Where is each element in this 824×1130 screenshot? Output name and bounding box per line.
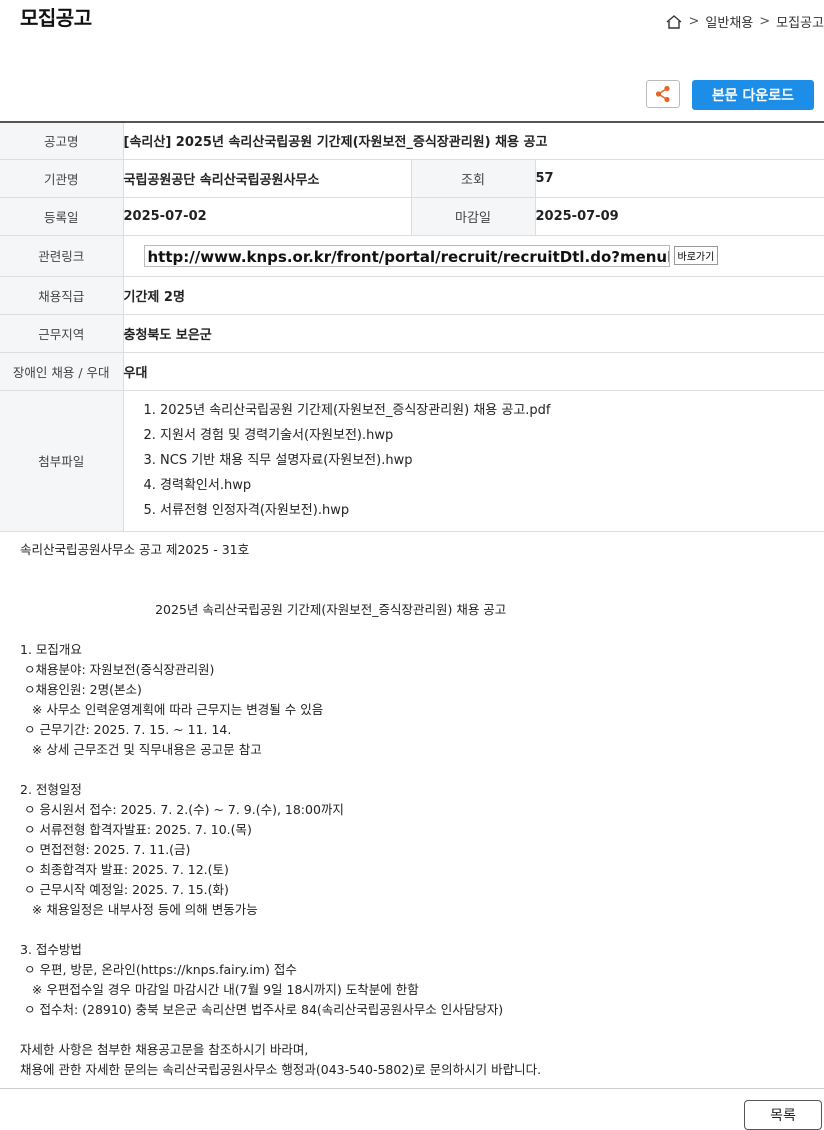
views-value: 57 [535, 159, 824, 198]
breadcrumb-separator: > [688, 14, 700, 29]
table-row: 관련링크 http://www.knps.or.kr/front/portal/… [0, 235, 824, 277]
attachment-link[interactable]: 5. 서류전형 인정자격(자원보전).hwp [144, 498, 824, 523]
breadcrumb-separator: > [759, 14, 771, 29]
grade-label: 채용직급 [0, 276, 124, 315]
region-label: 근무지역 [0, 314, 124, 353]
reg-date-label: 등록일 [0, 197, 124, 236]
region-value: 충청북도 보은군 [123, 314, 824, 353]
list-button[interactable]: 목록 [744, 1100, 822, 1130]
attachment-link[interactable]: 2. 지원서 경험 및 경력기술서(자원보전).hwp [144, 423, 824, 448]
breadcrumb: > 일반채용 > 모집공고 [665, 12, 824, 31]
disabled-hire-label: 장애인 채용 / 우대 [0, 352, 124, 391]
attachment-list: 1. 2025년 속리산국립공원 기간제(자원보전_증식장관리원) 채용 공고.… [124, 398, 824, 523]
breadcrumb-item-general-recruit[interactable]: 일반채용 [705, 12, 753, 31]
attachment-link[interactable]: 4. 경력확인서.hwp [144, 473, 824, 498]
views-label: 조회 [410, 159, 536, 198]
table-row: 등록일 2025-07-02 마감일 2025-07-09 [0, 197, 824, 236]
attachments-cell: 1. 2025년 속리산국립공원 기간제(자원보전_증식장관리원) 채용 공고.… [123, 390, 824, 532]
attachment-link[interactable]: 3. NCS 기반 채용 직무 설명자료(자원보전).hwp [144, 448, 824, 473]
table-row: 채용직급 기간제 2명 [0, 276, 824, 315]
page-title: 모집공고 [20, 6, 92, 30]
download-button[interactable]: 본문 다운로드 [691, 80, 814, 110]
share-button[interactable] [645, 80, 680, 108]
table-row: 공고명 [속리산] 2025년 속리산국립공원 기간제(자원보전_증식장관리원)… [0, 122, 824, 160]
deadline-label: 마감일 [410, 197, 536, 236]
table-row: 첨부파일 1. 2025년 속리산국립공원 기간제(자원보전_증식장관리원) 채… [0, 390, 824, 532]
disabled-hire-value: 우대 [123, 352, 824, 391]
share-icon [655, 85, 670, 103]
org-label: 기관명 [0, 159, 124, 198]
reg-date-value: 2025-07-02 [123, 197, 411, 236]
toolbar: 본문 다운로드 [645, 80, 814, 110]
home-icon[interactable] [665, 13, 683, 31]
table-row: 기관명 국립공원공단 속리산국립공원사무소 조회 57 [0, 159, 824, 198]
table-row: 근무지역 충청북도 보은군 [0, 314, 824, 353]
attachment-link[interactable]: 1. 2025년 속리산국립공원 기간제(자원보전_증식장관리원) 채용 공고.… [144, 398, 824, 423]
link-cell: http://www.knps.or.kr/front/portal/recru… [123, 235, 824, 277]
deadline-value: 2025-07-09 [535, 197, 824, 236]
title-value: [속리산] 2025년 속리산국립공원 기간제(자원보전_증식장관리원) 채용 … [123, 122, 824, 160]
notice-body-text: 속리산국립공원사무소 공고 제2025 - 31호 2025년 속리산국립공원 … [20, 542, 542, 1077]
grade-value: 기간제 2명 [123, 276, 824, 315]
org-value: 국립공원공단 속리산국립공원사무소 [123, 159, 411, 198]
attachments-label: 첨부파일 [0, 390, 124, 532]
table-row: 장애인 채용 / 우대 우대 [0, 352, 824, 391]
related-link-field[interactable]: http://www.knps.or.kr/front/portal/recru… [143, 244, 670, 267]
go-link-button[interactable]: 바로가기 [673, 246, 719, 265]
divider [0, 1088, 824, 1089]
breadcrumb-item-recruit-notice[interactable]: 모집공고 [776, 12, 824, 31]
link-label: 관련링크 [0, 235, 124, 277]
notice-info-table: 공고명 [속리산] 2025년 속리산국립공원 기간제(자원보전_증식장관리원)… [0, 121, 824, 532]
title-label: 공고명 [0, 122, 124, 160]
